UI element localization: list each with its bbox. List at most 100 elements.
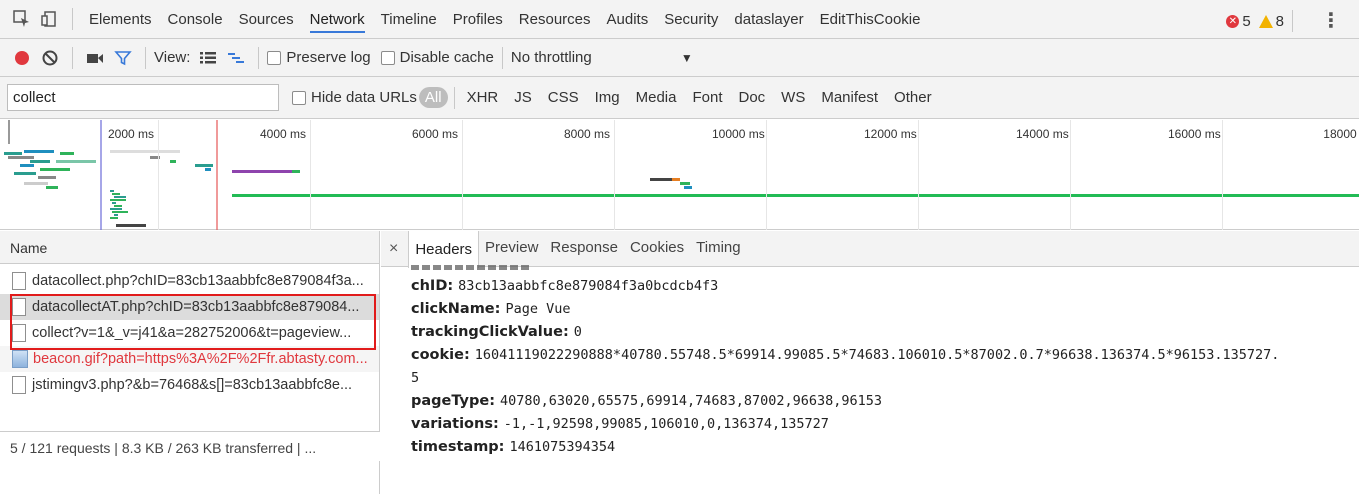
- warning-count: 8: [1275, 12, 1284, 30]
- request-row[interactable]: datacollectAT.php?chID=83cb13aabbfc8e879…: [0, 294, 379, 320]
- error-count: 5: [1242, 12, 1251, 30]
- detail-tab-timing[interactable]: Timing: [690, 230, 746, 266]
- filter-font[interactable]: Font: [692, 89, 722, 106]
- more-options-icon[interactable]: ⋮: [1321, 8, 1341, 33]
- divider: [501, 46, 503, 69]
- close-icon[interactable]: ×: [389, 240, 398, 258]
- waterfall-bar: [114, 196, 126, 198]
- param-value: -1,-1,92598,99085,106010,0,136374,135727: [503, 416, 829, 432]
- network-toolbar: View: Preserve log Disable cache No thro…: [0, 39, 1359, 77]
- timeline-tick-label: 2000 ms: [107, 127, 154, 141]
- view-label: View:: [154, 49, 191, 66]
- filter-icon[interactable]: [109, 44, 137, 72]
- filter-js[interactable]: JS: [514, 89, 532, 106]
- console-counts[interactable]: ✕ 5 8: [1226, 10, 1301, 32]
- param-key: chID:: [411, 278, 454, 294]
- filter-css[interactable]: CSS: [548, 89, 579, 106]
- document-file-icon: [12, 298, 26, 316]
- timeline-overview[interactable]: 2000 ms 4000 ms 6000 ms 8000 ms 10000 ms 1200…: [0, 120, 1359, 230]
- param-value: 5: [411, 370, 420, 386]
- request-row[interactable]: beacon.gif?path=https%3A%2F%2Ffr.abtasty…: [0, 346, 379, 372]
- tab-audits[interactable]: Audits: [607, 11, 649, 28]
- filter-other[interactable]: Other: [894, 89, 932, 106]
- waterfall-bar: [680, 182, 690, 185]
- divider: [1292, 10, 1293, 32]
- waterfall-bar: [60, 152, 74, 155]
- tab-resources[interactable]: Resources: [519, 11, 591, 28]
- timeline-gridline: [918, 120, 919, 230]
- name-column-header[interactable]: Name: [0, 231, 379, 264]
- waterfall-bar: [24, 150, 54, 153]
- preserve-log-checkbox[interactable]: [267, 50, 282, 65]
- throttling-select[interactable]: No throttling: [511, 49, 681, 66]
- inspect-element-icon[interactable]: [8, 5, 36, 33]
- filter-media[interactable]: Media: [636, 89, 677, 106]
- devtools-tabs: Elements Console Sources Network Timeline Pro…: [81, 0, 929, 39]
- waterfall-bar: [112, 211, 128, 213]
- divider: [145, 46, 146, 69]
- waterfall-overview-icon[interactable]: [222, 44, 250, 72]
- preserve-log-label: Preserve log: [286, 49, 371, 66]
- waterfall-bar: [110, 150, 180, 153]
- request-name: jstimingv3.php?&b=76468&s[]=83cb13aabbfc…: [32, 377, 353, 393]
- filter-doc[interactable]: Doc: [738, 89, 765, 106]
- waterfall-bar: [38, 176, 56, 179]
- filter-all-button[interactable]: All: [418, 87, 448, 108]
- detail-tab-response[interactable]: Response: [544, 230, 624, 266]
- waterfall-bar: [205, 168, 211, 171]
- waterfall-bar: [4, 152, 22, 155]
- param-value: 40780,63020,65575,69914,74683,87002,9663…: [500, 393, 883, 409]
- timeline-gridline: [766, 120, 767, 230]
- filter-ws[interactable]: WS: [781, 89, 805, 106]
- tab-network[interactable]: Network: [309, 11, 365, 33]
- hide-data-urls-checkbox[interactable]: [292, 90, 306, 105]
- image-file-icon: [12, 350, 28, 368]
- waterfall-bar: [110, 190, 114, 192]
- timeline-tick-label: 14000 ms: [1016, 127, 1069, 141]
- waterfall-bar: [8, 120, 10, 144]
- tab-security[interactable]: Security: [664, 11, 718, 28]
- tab-console[interactable]: Console: [168, 11, 223, 28]
- device-mode-icon[interactable]: [36, 5, 64, 33]
- query-params: chID: 83cb13aabbfc8e879084f3a0bcdcb4f3 cli…: [411, 275, 1279, 459]
- tab-sources[interactable]: Sources: [239, 11, 294, 28]
- requests-pane: Name datacollect.php?chID=83cb13aabbfc8e…: [0, 231, 380, 494]
- waterfall-bar: [46, 186, 58, 189]
- waterfall-bar: [114, 205, 122, 207]
- waterfall-bar: [14, 172, 36, 175]
- detail-tab-headers[interactable]: Headers: [408, 230, 480, 268]
- waterfall-bar: [24, 182, 48, 185]
- waterfall-bar: [40, 168, 70, 171]
- large-rows-icon[interactable]: [194, 44, 222, 72]
- detail-tab-cookies[interactable]: Cookies: [624, 230, 690, 266]
- clear-icon[interactable]: [36, 44, 64, 72]
- tab-editthiscookie[interactable]: EditThisCookie: [820, 11, 921, 28]
- filter-input[interactable]: [7, 84, 279, 111]
- tab-timeline[interactable]: Timeline: [381, 11, 437, 28]
- request-row[interactable]: datacollect.php?chID=83cb13aabbfc8e87908…: [0, 268, 379, 294]
- timeline-tick-label: 16000 ms: [1168, 127, 1221, 141]
- waterfall-bar: [56, 160, 96, 163]
- filter-xhr[interactable]: XHR: [467, 89, 499, 106]
- request-row[interactable]: collect?v=1&_v=j41&a=282752006&t=pagevie…: [0, 320, 379, 346]
- request-row[interactable]: jstimingv3.php?&b=76468&s[]=83cb13aabbfc…: [0, 372, 379, 398]
- filter-manifest[interactable]: Manifest: [821, 89, 878, 106]
- tab-dataslayer[interactable]: dataslayer: [734, 11, 803, 28]
- record-icon[interactable]: [8, 44, 36, 72]
- document-file-icon: [12, 324, 26, 342]
- disable-cache-checkbox[interactable]: [380, 50, 395, 65]
- waterfall-bar: [112, 193, 120, 195]
- chevron-down-icon[interactable]: ▼: [681, 51, 693, 65]
- filter-img[interactable]: Img: [595, 89, 620, 106]
- tab-profiles[interactable]: Profiles: [453, 11, 503, 28]
- capture-screenshots-icon[interactable]: [81, 44, 109, 72]
- timeline-tick-label: 4000 ms: [259, 127, 306, 141]
- timeline-gridline: [1070, 120, 1071, 230]
- timeline-tick-label: 10000 ms: [712, 127, 765, 141]
- tab-elements[interactable]: Elements: [89, 11, 152, 28]
- divider: [72, 8, 73, 30]
- detail-tab-preview[interactable]: Preview: [479, 230, 544, 266]
- waterfall-bar: [292, 170, 300, 173]
- param-key: trackingClickValue:: [411, 324, 569, 340]
- detail-tabs: × Headers Preview Response Cookies Timing: [381, 230, 1359, 268]
